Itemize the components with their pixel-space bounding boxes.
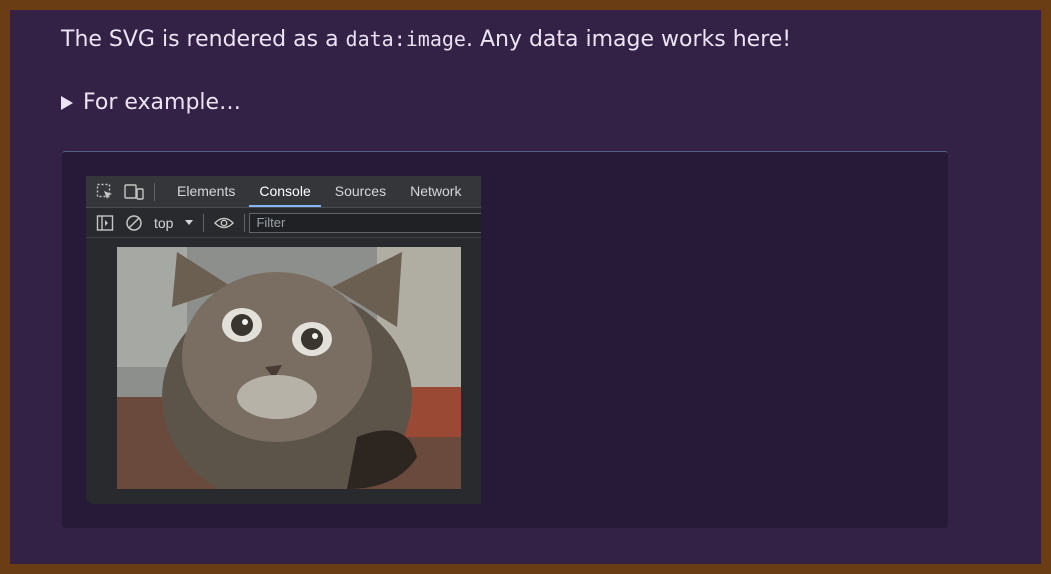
live-expression-eye-icon[interactable] bbox=[214, 213, 235, 233]
tab-elements[interactable]: Elements bbox=[165, 176, 247, 207]
disclosure-triangle-icon[interactable] bbox=[61, 95, 73, 110]
toolbar-divider bbox=[244, 213, 246, 232]
tab-network[interactable]: Network bbox=[398, 176, 473, 207]
devtools-tab-bar: Elements Console Sources Network bbox=[86, 176, 481, 208]
page-content: The SVG is rendered as a data:image. Any… bbox=[10, 10, 1041, 564]
console-filter-input[interactable]: Filter bbox=[249, 212, 481, 233]
clear-console-icon[interactable] bbox=[124, 213, 144, 233]
intro-paragraph: The SVG is rendered as a data:image. Any… bbox=[61, 27, 791, 52]
chevron-down-icon bbox=[185, 220, 194, 225]
tab-console[interactable]: Console bbox=[247, 176, 322, 207]
tab-sources[interactable]: Sources bbox=[323, 176, 398, 207]
example-panel: Elements Console Sources Network top Fil… bbox=[62, 151, 948, 528]
toolbar-divider bbox=[154, 182, 155, 201]
toolbar-divider bbox=[203, 213, 205, 232]
intro-text-before: The SVG is rendered as a bbox=[61, 27, 346, 52]
details-summary-label: For example… bbox=[83, 90, 242, 115]
inspect-element-icon[interactable] bbox=[95, 182, 115, 202]
intro-text-after: . Any data image works here! bbox=[465, 27, 792, 52]
sidebar-toggle-icon[interactable] bbox=[95, 213, 115, 233]
kitten-image bbox=[117, 247, 461, 489]
context-selector[interactable]: top bbox=[154, 214, 194, 231]
details-summary[interactable]: For example… bbox=[61, 90, 241, 115]
device-toolbar-icon[interactable] bbox=[124, 182, 144, 202]
context-selector-value: top bbox=[154, 214, 174, 231]
data-image-code: data:image bbox=[345, 27, 466, 51]
console-toolbar: top Filter bbox=[86, 208, 481, 238]
devtools-window: Elements Console Sources Network top Fil… bbox=[86, 176, 481, 504]
